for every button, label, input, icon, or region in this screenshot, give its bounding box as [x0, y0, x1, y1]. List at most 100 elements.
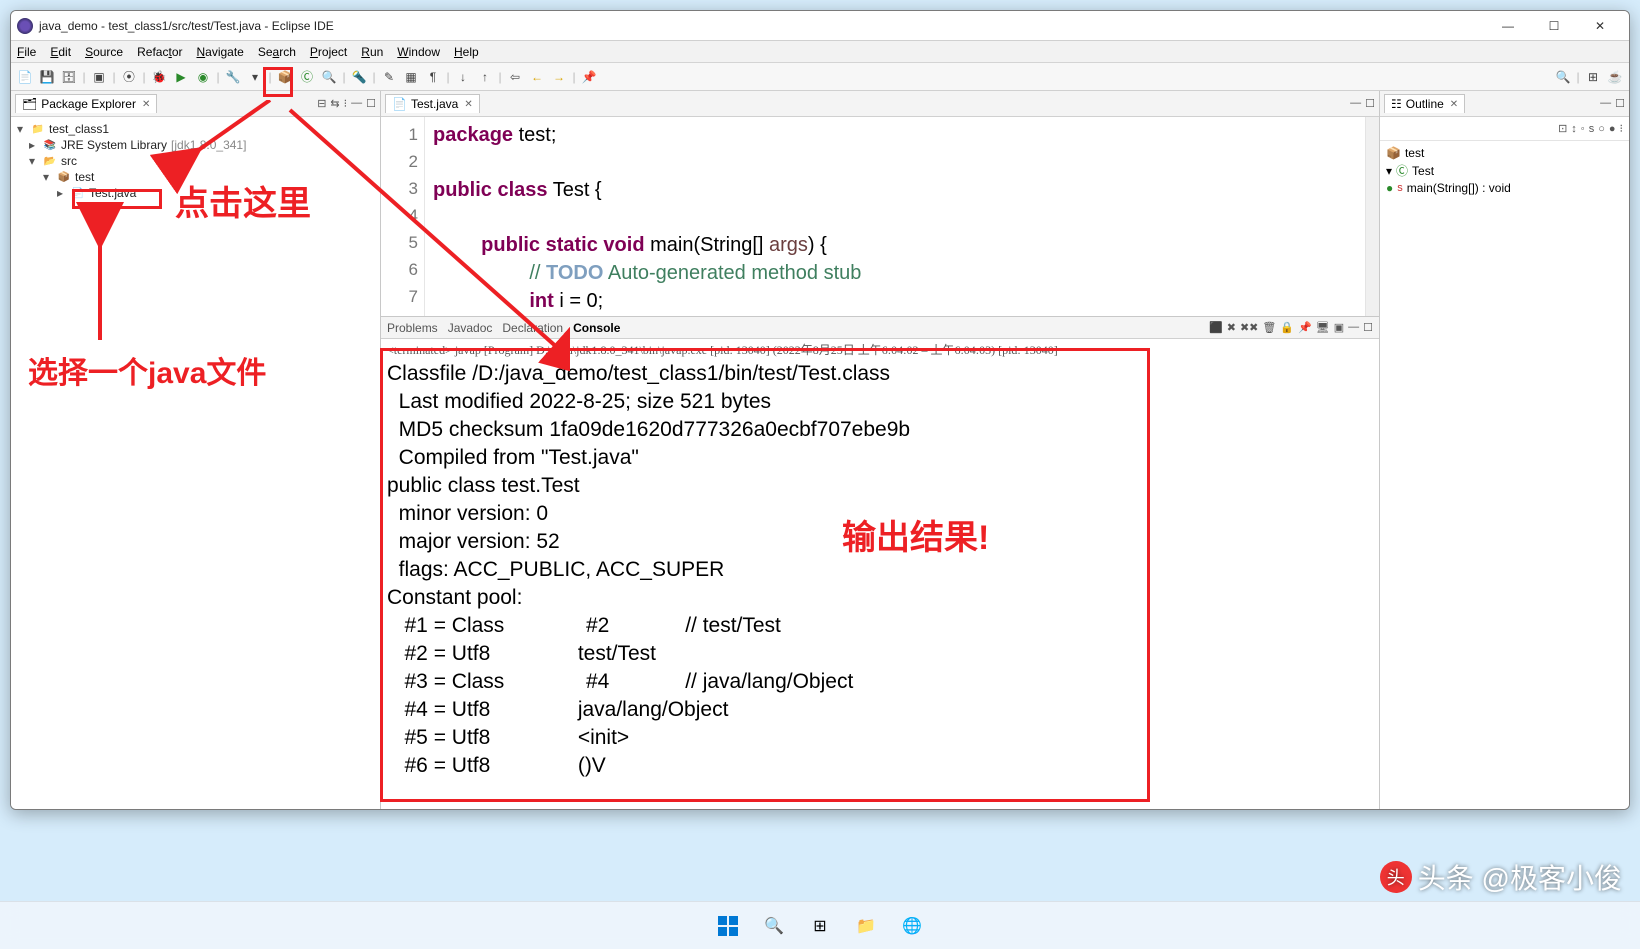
back-icon[interactable]: ←	[527, 67, 547, 87]
minimize-view-icon[interactable]: —	[1348, 321, 1359, 334]
close-icon[interactable]: ✕	[1450, 99, 1458, 110]
project-icon: 📁	[31, 122, 45, 136]
overview-ruler[interactable]	[1365, 117, 1379, 316]
display-selected-icon[interactable]: 🖥	[1316, 321, 1330, 334]
eclipse-window: java_demo - test_class1/src/test/Test.ja…	[10, 10, 1630, 810]
menubar: File Edit Source Refactor Navigate Searc…	[11, 41, 1629, 63]
code-content[interactable]: package test; public class Test { public…	[425, 117, 1365, 316]
show-whitespace-icon[interactable]: ¶	[423, 67, 443, 87]
close-icon[interactable]: ✕	[464, 99, 472, 110]
menu-help[interactable]: Help	[454, 45, 479, 59]
maximize-view-icon[interactable]: ☐	[1365, 97, 1375, 110]
remove-all-icon[interactable]: ✖✖	[1240, 321, 1258, 334]
start-button[interactable]	[709, 907, 747, 945]
open-console-icon[interactable]: ▣	[1334, 321, 1344, 334]
java-file-icon: 📄	[392, 97, 407, 111]
tab-declaration[interactable]: Declaration	[502, 321, 563, 335]
pin-console-icon[interactable]: 📌	[1298, 321, 1312, 334]
outline-tab[interactable]: ☷ Outline ✕	[1384, 94, 1465, 113]
hide-static-icon[interactable]: s	[1589, 123, 1595, 135]
menu-source[interactable]: Source	[85, 45, 123, 59]
filters-icon[interactable]: ⁝	[344, 97, 348, 110]
window-title: java_demo - test_class1/src/test/Test.ja…	[39, 19, 1485, 33]
menu-icon[interactable]: ⁝	[1620, 122, 1624, 135]
hide-fields-icon[interactable]: ◦	[1581, 123, 1585, 135]
src-folder-icon: 📂	[43, 154, 57, 168]
external-tools-dropdown-icon[interactable]: ▾	[245, 67, 265, 87]
taskbar-taskview-icon[interactable]: ⊞	[801, 907, 839, 945]
taskbar-explorer-icon[interactable]: 📁	[847, 907, 885, 945]
pin-icon[interactable]: 📌	[579, 67, 599, 87]
package-tree[interactable]: ▾📁test_class1 ▸📚JRE System Library [jdk1…	[11, 117, 380, 809]
sort-icon[interactable]: ↕	[1571, 123, 1577, 135]
focus-icon[interactable]: ⊡	[1558, 122, 1567, 135]
package-explorer-tab[interactable]: 🗂 Package Explorer ✕	[15, 94, 157, 113]
menu-navigate[interactable]: Navigate	[196, 45, 243, 59]
remove-launch-icon[interactable]: ✖	[1227, 321, 1236, 334]
minimize-view-icon[interactable]: —	[1600, 97, 1611, 110]
menu-window[interactable]: Window	[397, 45, 440, 59]
outline-tree[interactable]: 📦test ▾ⒸTest ●smain(String[]) : void	[1380, 141, 1629, 809]
maximize-view-icon[interactable]: ☐	[366, 97, 376, 110]
tab-console[interactable]: Console	[573, 321, 620, 335]
clear-console-icon[interactable]: 🗑	[1262, 321, 1276, 334]
save-icon[interactable]: 💾	[37, 67, 57, 87]
minimize-view-icon[interactable]: —	[1350, 97, 1361, 110]
terminal-icon[interactable]: ▣	[89, 67, 109, 87]
search-icon[interactable]: 🔦	[349, 67, 369, 87]
menu-refactor[interactable]: Refactor	[137, 45, 182, 59]
package-explorer-icon: 🗂	[22, 97, 37, 111]
coverage-icon[interactable]: ◉	[193, 67, 213, 87]
next-annotation-icon[interactable]: ↓	[453, 67, 473, 87]
windows-taskbar[interactable]: 🔍 ⊞ 📁 🌐	[0, 901, 1640, 949]
collapse-all-icon[interactable]: ⊟	[317, 97, 326, 110]
prev-annotation-icon[interactable]: ↑	[475, 67, 495, 87]
menu-file[interactable]: File	[17, 45, 36, 59]
java-perspective-icon[interactable]: ☕	[1605, 67, 1625, 87]
debug-icon[interactable]: 🐞	[149, 67, 169, 87]
menu-edit[interactable]: Edit	[50, 45, 71, 59]
scroll-lock-icon[interactable]: 🔒	[1280, 321, 1294, 334]
watermark: 头 头条 @极客小俊	[1380, 857, 1622, 897]
hide-local-icon[interactable]: ●	[1609, 123, 1616, 135]
code-editor[interactable]: 12345678 package test; public class Test…	[381, 117, 1379, 317]
maximize-view-icon[interactable]: ☐	[1363, 321, 1373, 334]
forward-icon[interactable]: →	[549, 67, 569, 87]
outline-pane: ☷ Outline ✕ — ☐ ⊡ ↕ ◦ s ○ ● ⁝ 📦test	[1379, 91, 1629, 809]
method-icon: ●	[1386, 181, 1393, 195]
maximize-view-icon[interactable]: ☐	[1615, 97, 1625, 110]
main-toolbar: 📄 💾 🗄 | ▣ | ⦿ | 🐞 ▶ ◉ | 🔧 ▾ | 📦 Ⓒ 🔍 | 🔦 …	[11, 63, 1629, 91]
save-all-icon[interactable]: 🗄	[59, 67, 79, 87]
minimize-button[interactable]: —	[1485, 11, 1531, 41]
minimize-view-icon[interactable]: —	[351, 97, 362, 110]
taskbar-edge-icon[interactable]: 🌐	[893, 907, 931, 945]
close-button[interactable]: ✕	[1577, 11, 1623, 41]
open-perspective-icon[interactable]: ⊞	[1583, 67, 1603, 87]
tab-problems[interactable]: Problems	[387, 321, 438, 335]
link-editor-icon[interactable]: ⇆	[330, 97, 339, 110]
skip-breakpoints-icon[interactable]: ⦿	[119, 67, 139, 87]
hide-nonpublic-icon[interactable]: ○	[1598, 123, 1605, 135]
new-class-icon[interactable]: Ⓒ	[297, 67, 317, 87]
terminate-icon[interactable]: ⬛	[1209, 321, 1223, 334]
run-icon[interactable]: ▶	[171, 67, 191, 87]
tab-javadoc[interactable]: Javadoc	[448, 321, 493, 335]
open-type-icon[interactable]: 🔍	[319, 67, 339, 87]
quick-access-icon[interactable]: 🔍	[1553, 67, 1573, 87]
eclipse-icon	[17, 18, 33, 34]
new-icon[interactable]: 📄	[15, 67, 35, 87]
close-icon[interactable]: ✕	[142, 99, 150, 110]
taskbar-search-icon[interactable]: 🔍	[755, 907, 793, 945]
maximize-button[interactable]: ☐	[1531, 11, 1577, 41]
menu-search[interactable]: Search	[258, 45, 296, 59]
menu-run[interactable]: Run	[361, 45, 383, 59]
toggle-block-icon[interactable]: ▦	[401, 67, 421, 87]
toggle-mark-icon[interactable]: ✎	[379, 67, 399, 87]
console-view[interactable]: <terminated> javap [Program] D:\Java\jdk…	[381, 339, 1379, 809]
editor-tab-test[interactable]: 📄 Test.java ✕	[385, 94, 480, 113]
menu-project[interactable]: Project	[310, 45, 347, 59]
tree-item-test-java[interactable]: ▸📄Test.java	[17, 185, 374, 201]
external-tools-icon[interactable]: 🔧	[223, 67, 243, 87]
last-edit-icon[interactable]: ⇦	[505, 67, 525, 87]
new-package-icon[interactable]: 📦	[275, 67, 295, 87]
